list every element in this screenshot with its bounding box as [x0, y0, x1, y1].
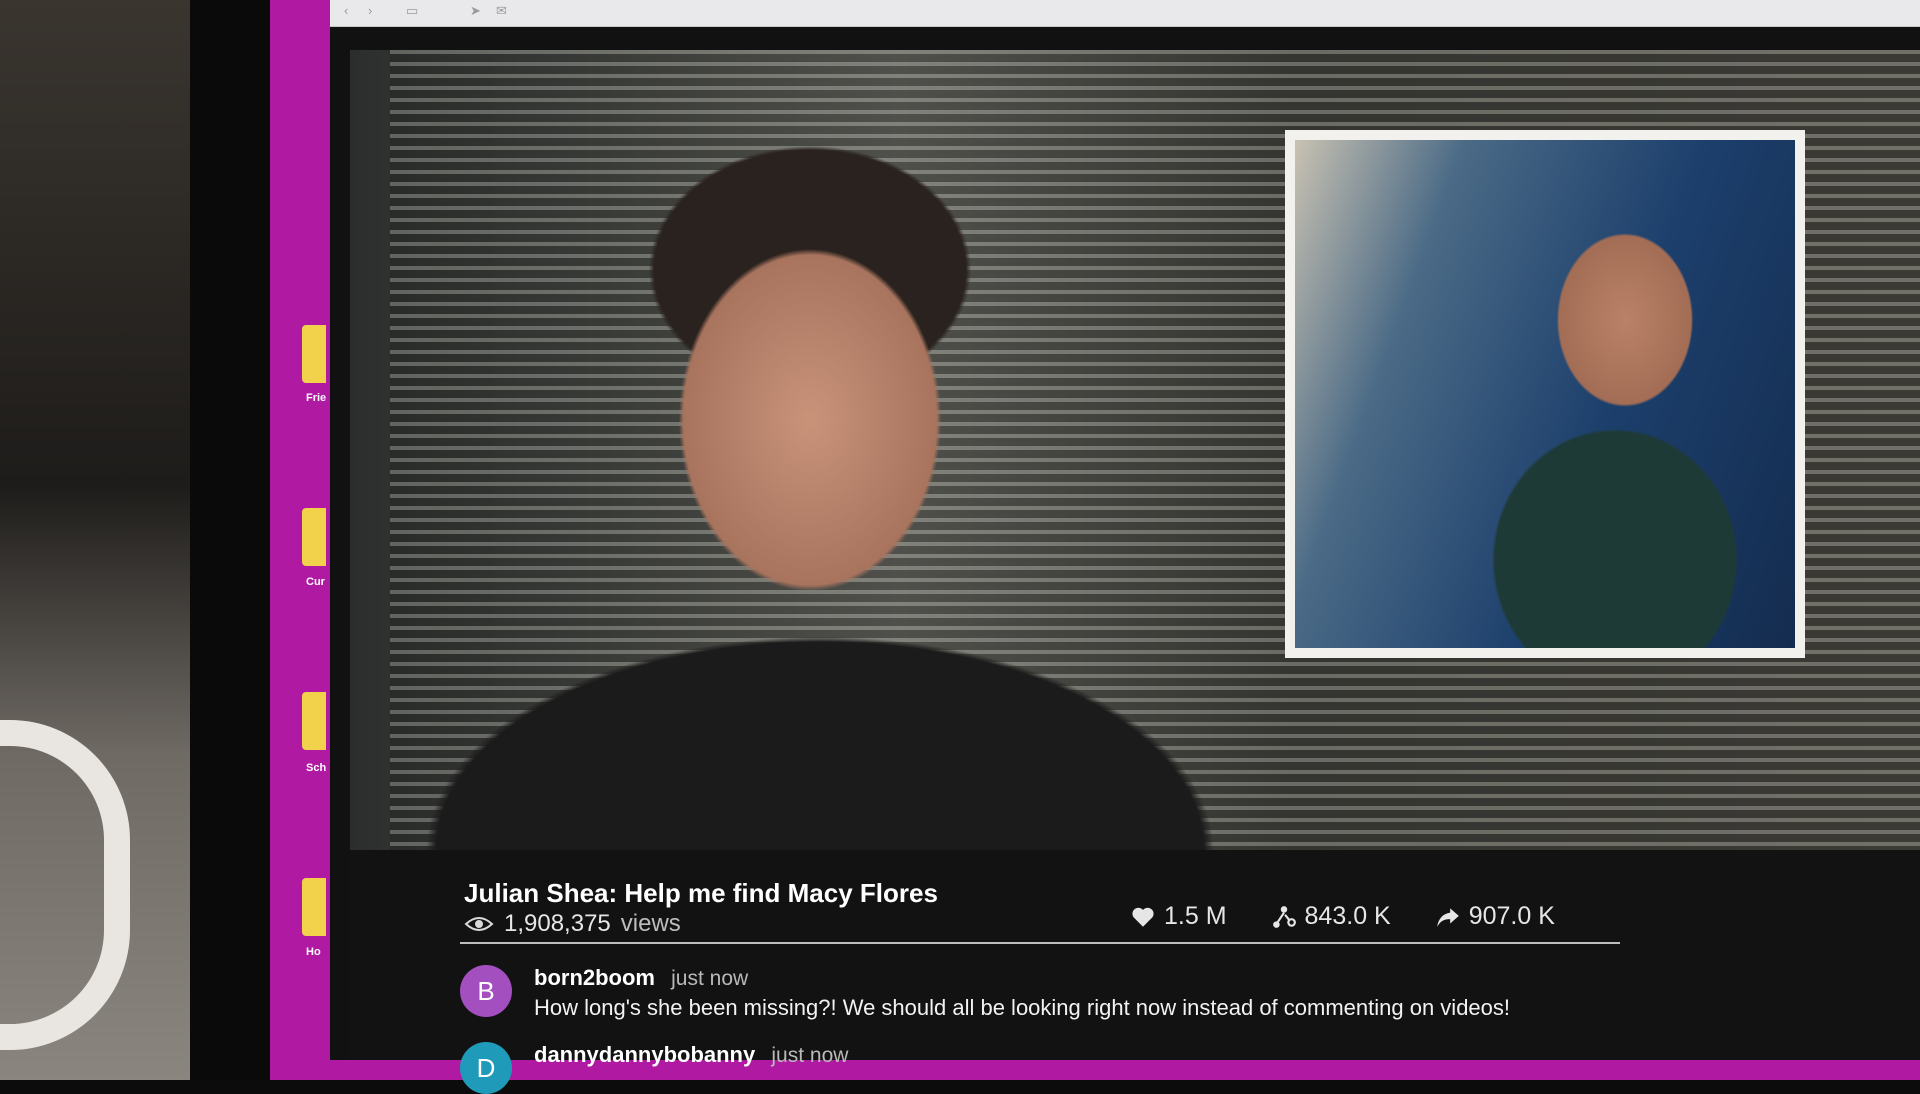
- folder-icon[interactable]: [302, 508, 326, 566]
- video-speaker: [390, 90, 1290, 850]
- avatar[interactable]: B: [460, 965, 512, 1017]
- share-network-icon: [1272, 905, 1296, 928]
- views-label: views: [620, 910, 681, 937]
- comment-text: How long's she been missing?! We should …: [534, 995, 1511, 1020]
- avatar[interactable]: D: [460, 1042, 512, 1094]
- back-icon[interactable]: ‹: [344, 3, 348, 19]
- comment-item: B born2boom just now How long's she been…: [460, 965, 1510, 1021]
- comment-timestamp: just now: [771, 1044, 849, 1067]
- folder-icon[interactable]: [302, 878, 326, 936]
- folder-icon[interactable]: [302, 325, 326, 383]
- like-count: 1.5 M: [1164, 902, 1227, 930]
- video-player[interactable]: [350, 50, 1920, 850]
- share-arrow-icon: [1436, 907, 1459, 927]
- folder-icon[interactable]: [302, 692, 326, 750]
- share-stat[interactable]: 907.0 K: [1435, 902, 1555, 931]
- network-share-count: 843.0 K: [1304, 902, 1391, 930]
- heart-icon: [1132, 907, 1154, 927]
- comment-username[interactable]: born2boom: [534, 965, 655, 990]
- browser-toolbar: ‹ › ▭ ➤ ✉: [330, 0, 1920, 27]
- network-share-stat[interactable]: 843.0 K: [1271, 902, 1391, 931]
- comment-username[interactable]: dannydannybobanny: [534, 1042, 755, 1067]
- views-number: 1,908,375: [504, 910, 611, 937]
- desktop-icon-label: Sch: [306, 762, 327, 774]
- inset-photo: [1295, 140, 1795, 648]
- eye-icon: [464, 917, 494, 931]
- video-info-panel: Julian Shea: Help me find Macy Flores 1,…: [350, 850, 1920, 1094]
- view-count: 1,908,375 views: [464, 910, 681, 938]
- sidebar-icon[interactable]: ▭: [406, 3, 418, 19]
- cursor-icon: ➤: [470, 3, 481, 18]
- video-stats: 1.5 M 843.0 K 907.0 K: [1130, 902, 1555, 931]
- forward-icon[interactable]: ›: [368, 3, 372, 19]
- desktop-icon-label: Ho: [306, 946, 321, 958]
- like-stat[interactable]: 1.5 M: [1130, 902, 1227, 931]
- share-count: 907.0 K: [1468, 902, 1555, 930]
- desktop-icon-label: Frie: [306, 392, 327, 404]
- inset-photo-frame: [1285, 130, 1805, 658]
- browser-window: ‹ › ▭ ➤ ✉ Julian Shea: Help me find Macy…: [330, 0, 1920, 1094]
- comment-item: D dannydannybobanny just now: [460, 1042, 848, 1094]
- desktop-icon-label: Cur: [306, 576, 325, 588]
- comment-timestamp: just now: [671, 967, 749, 990]
- video-title: Julian Shea: Help me find Macy Flores: [464, 878, 938, 908]
- divider: [460, 942, 1620, 944]
- mail-icon[interactable]: ✉: [496, 3, 507, 19]
